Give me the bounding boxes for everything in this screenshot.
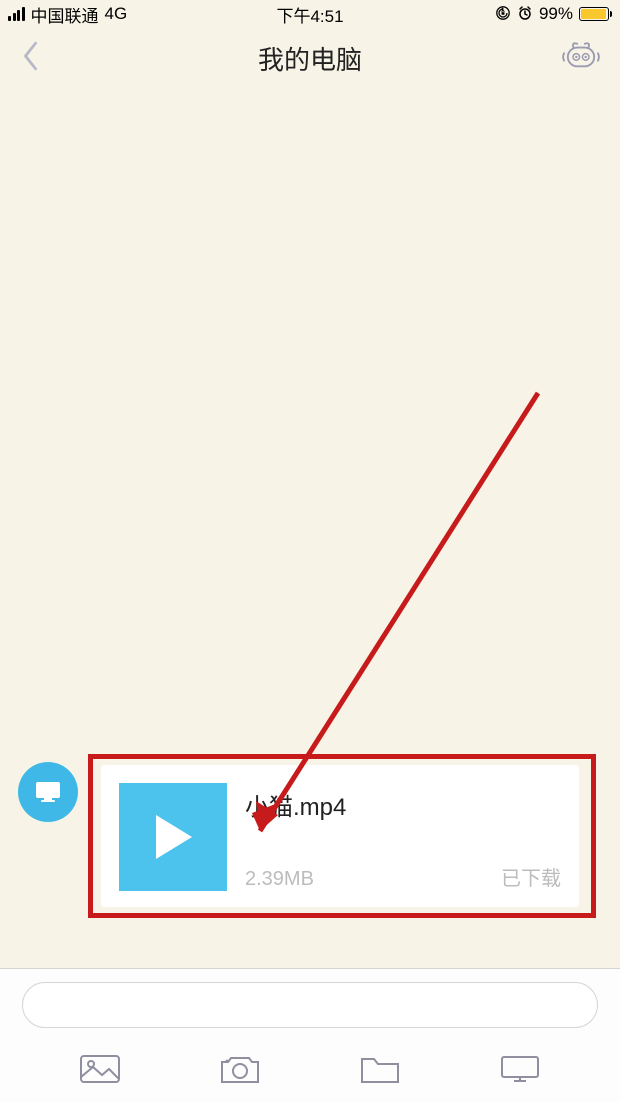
orientation-lock-icon: [495, 5, 511, 24]
message-input[interactable]: [22, 982, 598, 1028]
file-name: 小猫.mp4: [245, 787, 561, 822]
battery-percent-label: 99%: [539, 4, 573, 24]
file-size: 2.39MB: [245, 868, 314, 891]
chat-area[interactable]: 小猫.mp4 2.39MB 已下载: [0, 88, 620, 968]
signal-icon: [8, 7, 25, 21]
avatar[interactable]: [18, 762, 78, 822]
assistant-button[interactable]: [562, 40, 600, 77]
folder-button[interactable]: [358, 1051, 402, 1092]
annotation-highlight-box: 小猫.mp4 2.39MB 已下载: [88, 754, 596, 918]
status-bar: 中国联通 4G 下午4:51 99%: [0, 0, 620, 28]
bottom-toolbar: [0, 1040, 620, 1102]
gallery-button[interactable]: [78, 1051, 122, 1092]
file-message-bubble[interactable]: 小猫.mp4 2.39MB 已下载: [101, 765, 579, 907]
back-button[interactable]: [20, 39, 42, 78]
status-time: 下午4:51: [276, 2, 343, 27]
alarm-icon: [517, 5, 533, 24]
video-file-icon: [119, 783, 227, 891]
camera-button[interactable]: [218, 1051, 262, 1092]
network-label: 4G: [105, 4, 128, 24]
nav-header: 我的电脑: [0, 28, 620, 88]
file-info: 小猫.mp4 2.39MB 已下载: [245, 783, 561, 891]
carrier-label: 中国联通: [31, 2, 99, 27]
status-right: 99%: [495, 4, 612, 24]
battery-icon: [579, 7, 612, 21]
input-bar: [0, 968, 620, 1040]
device-button[interactable]: [498, 1051, 542, 1092]
file-status: 已下载: [501, 862, 561, 891]
page-title: 我的电脑: [258, 40, 362, 77]
status-left: 中国联通 4G: [8, 2, 127, 27]
